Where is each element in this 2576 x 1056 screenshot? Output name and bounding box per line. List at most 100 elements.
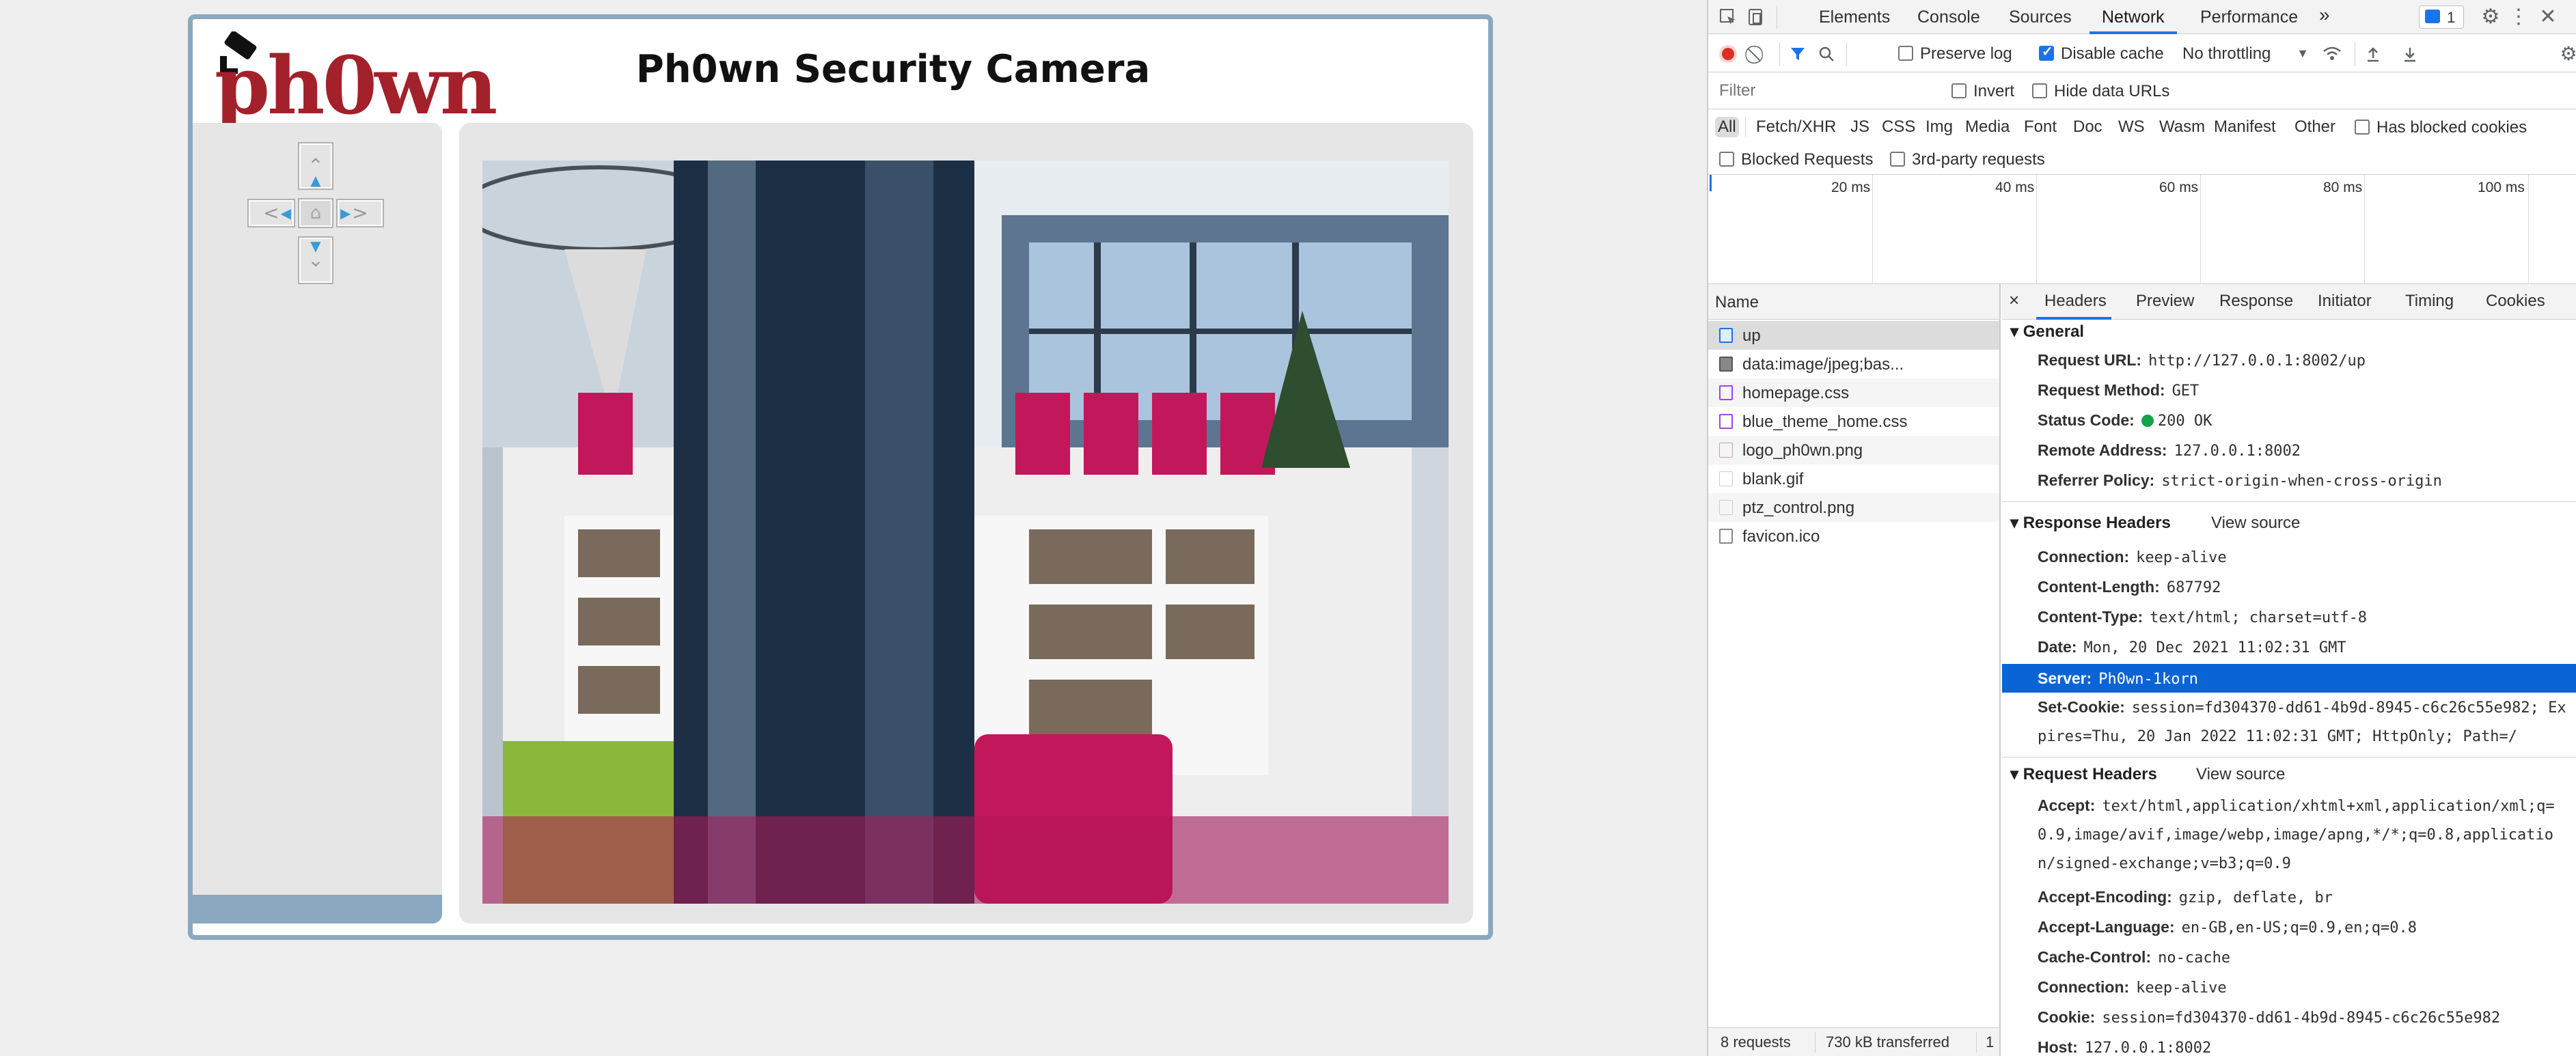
chevron-left-icon: <: [263, 202, 279, 224]
type-filter-wasm[interactable]: Wasm: [2156, 117, 2208, 137]
timeline-gridline: [1872, 175, 1873, 284]
response-headers-title: Response Headers: [2023, 514, 2171, 532]
header-server[interactable]: Server: Ph0wn-1korn: [2002, 664, 2576, 693]
settings-gear-icon[interactable]: ⚙: [2479, 5, 2502, 29]
tab-timing[interactable]: Timing: [2405, 293, 2454, 309]
tab-performance[interactable]: Performance: [2200, 9, 2298, 26]
network-status-bar: 8 requests 730 kB transferred 1: [1708, 1027, 1999, 1056]
tab-elements[interactable]: Elements: [1819, 9, 1890, 26]
type-filter-other[interactable]: Other: [2292, 117, 2338, 137]
header-value: 200 OK: [2157, 413, 2212, 430]
type-filter-media[interactable]: Media: [1962, 117, 2012, 137]
request-row[interactable]: blank.gif: [1708, 464, 1999, 493]
filter-input[interactable]: [1714, 79, 1932, 102]
blocked-requests-checkbox[interactable]: [1719, 152, 1734, 167]
clear-icon[interactable]: ⃠: [1748, 44, 1768, 64]
tab-initiator[interactable]: Initiator: [2318, 293, 2372, 309]
export-har-icon[interactable]: [2400, 44, 2420, 64]
pan-down-button[interactable]: ▼ ⌄: [298, 236, 333, 284]
pan-left-button[interactable]: < ◀: [247, 199, 295, 227]
network-settings-gear-icon[interactable]: ⚙: [2560, 44, 2576, 64]
pan-up-button[interactable]: ⌃ ▲: [298, 142, 333, 190]
search-icon[interactable]: [1816, 44, 1837, 64]
request-row[interactable]: logo_ph0wn.png: [1708, 436, 1999, 464]
tab-preview[interactable]: Preview: [2136, 293, 2194, 309]
general-section-toggle[interactable]: ▾ General: [2010, 324, 2084, 340]
import-har-icon[interactable]: [2363, 44, 2383, 64]
response-view-source-link[interactable]: View source: [2211, 515, 2300, 531]
filter-funnel-icon[interactable]: [1787, 44, 1808, 64]
header-key: Request Method:: [2038, 381, 2165, 399]
type-filter-doc[interactable]: Doc: [2070, 117, 2105, 137]
tab-network[interactable]: Network: [2102, 9, 2165, 26]
record-icon[interactable]: [1719, 45, 1737, 63]
type-filter-all[interactable]: All: [1715, 117, 1739, 137]
request-view-source-link[interactable]: View source: [2196, 766, 2285, 783]
invert-label: Invert: [1973, 82, 2015, 100]
type-filter-img[interactable]: Img: [1923, 117, 1956, 137]
header-cache-control: Cache-Control: no-cache: [2002, 949, 2576, 966]
issues-badge[interactable]: 1: [2419, 5, 2464, 29]
request-count: 8 requests: [1721, 1033, 1791, 1051]
request-headers-toggle[interactable]: ▾ Request Headers: [2010, 766, 2157, 783]
preserve-log-checkbox[interactable]: [1898, 46, 1913, 61]
throttling-select[interactable]: No throttling: [2182, 46, 2271, 62]
image-icon: [1719, 357, 1733, 372]
network-toolbar: ⃠ Preserve log Disable cache No throttli…: [1708, 34, 2576, 72]
tab-headers[interactable]: Headers: [2044, 293, 2107, 309]
resource-type-filters: All Fetch/XHR JS CSS Img Media Font Doc …: [1708, 109, 2576, 143]
type-filter-fetch[interactable]: Fetch/XHR: [1753, 117, 1839, 137]
tab-sources[interactable]: Sources: [2009, 9, 2072, 26]
header-value: gzip, deflate, br: [2178, 889, 2333, 906]
header-request-method: Request Method: GET: [2002, 383, 2576, 399]
type-filter-js[interactable]: JS: [1848, 117, 1872, 137]
type-filter-ws[interactable]: WS: [2115, 117, 2148, 137]
right-pointer-icon: ▶: [340, 205, 351, 221]
camera-feed-image: [482, 161, 1449, 904]
request-filter-options: Blocked Requests 3rd-party requests: [1708, 143, 2576, 175]
response-headers-toggle[interactable]: ▾ Response Headers: [2010, 515, 2171, 531]
general-title: General: [2023, 322, 2085, 341]
tab-console[interactable]: Console: [1917, 9, 1980, 26]
request-row[interactable]: data:image/jpeg;bas...: [1708, 350, 1999, 378]
close-devtools-icon[interactable]: ✕: [2536, 5, 2560, 29]
timeline-overview[interactable]: 20 ms 40 ms 60 ms 80 ms 100 ms: [1708, 175, 2576, 284]
request-row[interactable]: homepage.css: [1708, 378, 1999, 407]
close-detail-icon[interactable]: ×: [2009, 291, 2019, 309]
device-toolbar-icon[interactable]: [1745, 7, 1766, 27]
triangle-down-icon: ▾: [2010, 765, 2023, 783]
type-filter-css[interactable]: CSS: [1879, 117, 1918, 137]
header-value: strict-origin-when-cross-origin: [2161, 473, 2442, 490]
tab-response[interactable]: Response: [2219, 293, 2293, 309]
disable-cache-checkbox[interactable]: [2039, 45, 2054, 61]
divider: [2002, 501, 2576, 502]
request-row[interactable]: blue_theme_home.css: [1708, 407, 1999, 436]
type-filter-font[interactable]: Font: [2021, 117, 2059, 137]
inspect-element-icon[interactable]: [1718, 7, 1738, 27]
ph0wn-logo[interactable]: ph0wn: [215, 31, 497, 126]
request-name: logo_ph0wn.png: [1742, 441, 1863, 460]
name-column-header[interactable]: Name: [1708, 284, 1999, 320]
invert-checkbox[interactable]: [1951, 83, 1967, 98]
timeline-tick-label: 80 ms: [2323, 180, 2363, 195]
kebab-menu-icon[interactable]: ⋮: [2508, 5, 2529, 29]
request-row[interactable]: ptz_control.png: [1708, 493, 1999, 522]
blocked-requests-label: Blocked Requests: [1741, 150, 1874, 169]
tab-cookies[interactable]: Cookies: [2486, 293, 2545, 309]
hide-data-urls-checkbox[interactable]: [2032, 83, 2047, 98]
third-party-checkbox[interactable]: [1890, 152, 1905, 167]
type-filter-manifest[interactable]: Manifest: [2211, 117, 2279, 137]
header-key: Accept-Language:: [2038, 918, 2175, 936]
request-row-up[interactable]: up: [1708, 321, 1999, 350]
network-conditions-icon[interactable]: [2322, 44, 2342, 64]
has-blocked-cookies-checkbox[interactable]: [2355, 120, 2370, 135]
more-tabs-icon[interactable]: »: [2319, 5, 2330, 25]
timeline-tick-label: 100 ms: [2478, 180, 2525, 195]
image-icon: [1719, 500, 1733, 515]
home-position-button[interactable]: ⌂: [298, 198, 333, 228]
pan-right-button[interactable]: ▶ >: [336, 199, 384, 227]
header-key: Host:: [2038, 1038, 2078, 1056]
request-row[interactable]: favicon.ico: [1708, 522, 1999, 551]
header-connection: Connection: keep-alive: [2002, 549, 2576, 566]
request-name: ptz_control.png: [1742, 499, 1855, 517]
